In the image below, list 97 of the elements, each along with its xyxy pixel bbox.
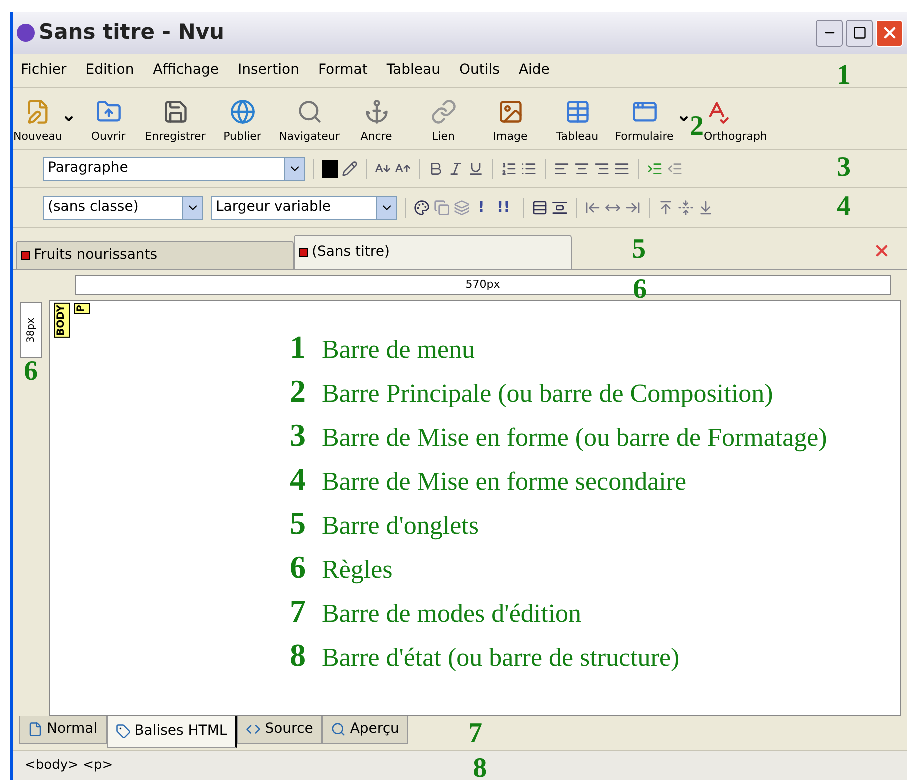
toolbar-button[interactable]: Image [477, 98, 544, 145]
text-color-swatch[interactable] [322, 160, 338, 178]
toolbar-button[interactable]: Publier [209, 98, 276, 145]
toolbar-icon [498, 98, 524, 124]
toolbar-button[interactable]: Navigateur [276, 98, 343, 145]
align-right-icon[interactable] [594, 160, 610, 176]
menu-item[interactable]: Fichier [21, 60, 67, 81]
arrow-up-icon[interactable] [658, 200, 674, 216]
underline-icon[interactable] [468, 160, 484, 176]
page-icon [299, 248, 308, 257]
mode-icon [28, 722, 43, 737]
maximize-button[interactable] [846, 20, 873, 46]
legend-text: Barre Principale (ou barre de Composition) [322, 381, 774, 407]
annotation-number: 6 [24, 358, 38, 386]
menu-item[interactable]: Tableau [386, 60, 440, 81]
element-tag: P [74, 303, 90, 314]
annotation-number: 5 [632, 234, 646, 266]
vertical-arrows-icon[interactable] [678, 200, 694, 216]
menu-item[interactable]: Outils [459, 60, 500, 81]
toolbar-icon [230, 98, 256, 124]
bullet-list-icon[interactable] [521, 160, 537, 176]
maximize-icon [852, 26, 866, 40]
toolbar-button[interactable]: Tableau [544, 98, 611, 145]
legend-number: 1 [290, 331, 307, 363]
numbered-list-icon[interactable] [501, 160, 517, 176]
annotation-number: 2 [690, 110, 704, 142]
arrow-right-icon[interactable] [624, 200, 641, 216]
app-logo-icon [17, 24, 35, 42]
legend-number: 8 [290, 639, 307, 671]
menu-item[interactable]: Format [318, 60, 368, 81]
annotation-number: 7 [468, 718, 482, 749]
legend-text: Barre de Mise en forme secondaire [322, 469, 687, 495]
arrow-left-icon[interactable] [584, 200, 601, 216]
mode-icon [246, 722, 262, 737]
legend-text: Barre d'onglets [322, 513, 480, 539]
arrow-down-icon[interactable] [698, 200, 714, 216]
italic-icon[interactable] [448, 160, 464, 176]
highlight-icon[interactable] [342, 160, 358, 176]
toolbar-icon [430, 98, 456, 124]
vertical-ruler: 38px [20, 302, 42, 358]
toolbar-icon [364, 98, 390, 124]
paragraph-select[interactable]: Paragraphe [43, 156, 305, 180]
legend-number: 7 [290, 595, 307, 627]
legend-number: 4 [290, 463, 307, 495]
legend-number: 6 [290, 551, 307, 583]
annotation-number: 1 [837, 60, 851, 92]
document-tab[interactable]: Fruits nourissants [16, 241, 294, 269]
mode-tab[interactable]: Source [237, 716, 322, 744]
mode-tab[interactable]: Aperçu [322, 716, 408, 744]
toolbar-icon [96, 98, 122, 124]
legend-number: 3 [290, 419, 307, 451]
toolbar-button[interactable]: Enregistrer [142, 98, 209, 145]
toolbar-icon [162, 98, 188, 124]
width-select[interactable]: Largeur variable [211, 196, 397, 220]
legend-text: Barre de menu [322, 337, 476, 363]
annotation-number: 3 [837, 152, 851, 184]
justify-icon[interactable] [614, 160, 630, 176]
element-tag: BODY [54, 303, 70, 338]
menu-item[interactable]: Edition [86, 60, 134, 81]
legend-text: Règles [322, 557, 393, 583]
indent-icon[interactable] [647, 160, 663, 176]
toolbar-button[interactable]: ! [474, 196, 489, 219]
toolbar-button[interactable]: Nouveau [13, 98, 63, 145]
legend-number: 5 [290, 507, 307, 539]
mode-tab[interactable]: Normal [19, 716, 107, 744]
annotation-number: 8 [473, 753, 488, 780]
mode-tab[interactable]: Balises HTML [106, 716, 238, 748]
close-button[interactable] [876, 20, 903, 46]
toolbar-button[interactable]: Ancre [343, 98, 410, 145]
legend-text: Barre d'état (ou barre de structure) [322, 645, 680, 671]
toolbar-button[interactable]: Orthograph [704, 98, 772, 145]
document-tab[interactable]: (Sans titre) [294, 235, 572, 269]
annotation-number: 4 [837, 191, 851, 222]
toolbar-icon [564, 98, 590, 124]
window-title: Sans titre - Nvu [39, 19, 224, 46]
toolbar-button[interactable]: Formulaire [611, 98, 678, 145]
annotation-number: 6 [633, 274, 647, 305]
rows-icon[interactable] [532, 200, 548, 216]
toolbar-button[interactable]: Lien [410, 98, 477, 145]
menu-item[interactable]: Insertion [238, 60, 300, 81]
legend-number: 2 [290, 375, 307, 407]
toolbar-button[interactable]: Ouvrir [75, 98, 142, 145]
align-center-icon[interactable] [574, 160, 590, 176]
spacing-icon[interactable] [552, 200, 568, 216]
toolbar-icon [296, 98, 322, 124]
mode-icon [116, 724, 131, 739]
status-text: <body> <p> [25, 756, 114, 775]
mode-icon [331, 722, 346, 737]
menu-item[interactable]: Affichage [153, 60, 219, 81]
menu-item[interactable]: Aide [518, 60, 550, 81]
align-left-icon[interactable] [554, 160, 570, 176]
legend-text: Barre de modes d'édition [322, 601, 582, 627]
toolbar-button[interactable]: !! [492, 196, 515, 219]
legend-text: Barre de Mise en forme (ou barre de Formatage) [322, 425, 828, 451]
palette-icon[interactable] [414, 200, 430, 216]
class-select[interactable]: (sans classe) [43, 196, 203, 220]
page-icon [21, 251, 30, 260]
